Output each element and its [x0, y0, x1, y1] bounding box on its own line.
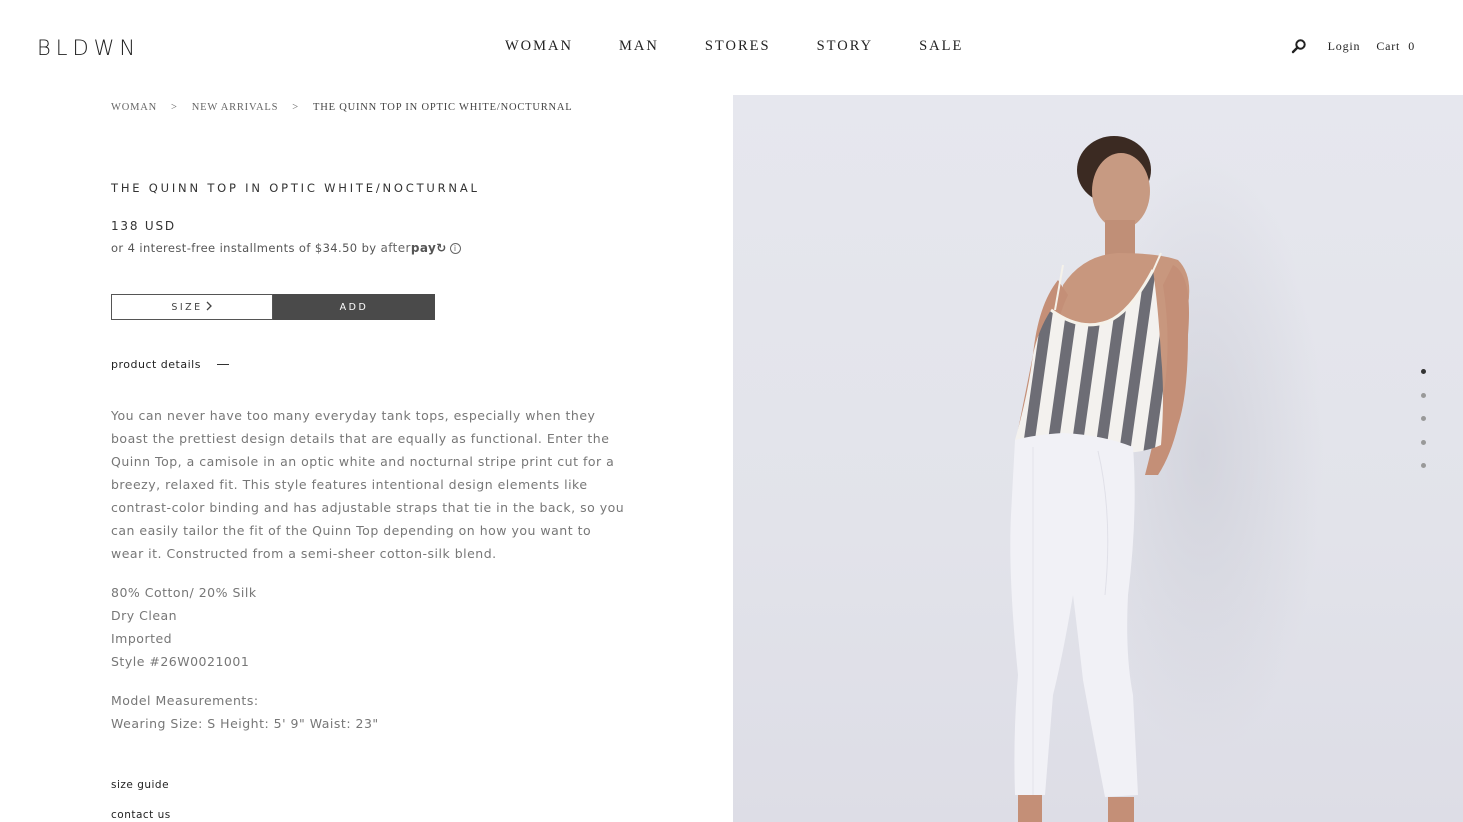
search-icon[interactable] [1291, 38, 1307, 54]
nav-story[interactable]: STORY [817, 38, 873, 55]
gallery-dot-3[interactable] [1421, 416, 1426, 421]
nav-stores[interactable]: STORES [705, 38, 771, 55]
spec-fabric: 80% Cotton/ 20% Silk [111, 585, 257, 600]
product-specs: 80% Cotton/ 20% Silk Dry Clean Imported … [111, 581, 257, 673]
minus-icon [216, 363, 229, 366]
product-description: You can never have too many everyday tan… [111, 408, 625, 561]
cart-label: Cart [1376, 38, 1401, 53]
model-photo [1010, 136, 1323, 822]
size-label: SIZE [171, 301, 203, 313]
breadcrumb-woman[interactable]: WOMAN [111, 102, 157, 113]
model-measurements-values: Wearing Size: S Height: 5' 9" Waist: 23" [111, 716, 379, 731]
login-link[interactable]: Login [1328, 39, 1361, 54]
gallery-dot-2[interactable] [1421, 392, 1426, 398]
size-guide-link[interactable]: size guide [111, 779, 169, 791]
model-measurements: Model Measurements: Wearing Size: S Heig… [111, 689, 379, 735]
main-nav: WOMAN MAN STORES STORY SALE [505, 38, 1009, 55]
breadcrumb: WOMAN > NEW ARRIVALS > THE QUINN TOP IN … [111, 102, 573, 113]
product-details-toggle[interactable]: product details [111, 358, 229, 371]
product-image[interactable] [733, 95, 1463, 822]
installments-text: or 4 interest-free installments of $34.5… [111, 241, 377, 255]
size-selector-button[interactable]: SIZE [111, 294, 273, 320]
gallery-dot-1[interactable] [1421, 369, 1426, 374]
breadcrumb-separator: > [292, 102, 299, 113]
header-utilities: Login Cart 0 [1291, 38, 1415, 54]
contact-us-link[interactable]: contact us [111, 809, 171, 821]
product-details-label: product details [111, 358, 201, 371]
breadcrumb-current: THE QUINN TOP IN OPTIC WHITE/NOCTURNAL [312, 102, 573, 113]
product-title: THE QUINN TOP IN OPTIC WHITE/NOCTURNAL [111, 181, 480, 195]
nav-woman[interactable]: WOMAN [505, 38, 573, 55]
nav-sale[interactable]: SALE [919, 38, 963, 55]
gallery-dot-4[interactable] [1421, 439, 1426, 445]
cart-link[interactable]: Cart 0 [1376, 39, 1415, 54]
gallery-dot-5[interactable] [1421, 463, 1426, 468]
cart-count: 0 [1408, 38, 1415, 53]
product-price: 138 USD [111, 219, 176, 233]
brand-logo[interactable]: BLDWN [37, 36, 140, 60]
nav-man[interactable]: MAN [619, 38, 659, 55]
afterpay-mark-icon: ↻ [436, 241, 447, 255]
add-to-cart-button[interactable]: ADD [273, 294, 435, 320]
info-icon[interactable]: i [449, 242, 461, 254]
afterpay-logo[interactable]: afterpay↻ [380, 241, 446, 255]
spec-style: Style #26W0021001 [111, 654, 250, 669]
model-measurements-title: Model Measurements: [111, 693, 259, 708]
spec-care: Dry Clean [111, 608, 178, 623]
breadcrumb-separator: > [171, 102, 178, 113]
afterpay-installments: or 4 interest-free installments of $34.5… [111, 241, 461, 255]
chevron-right-icon [205, 301, 213, 314]
gallery-pagination [1421, 369, 1427, 487]
spec-origin: Imported [111, 631, 173, 646]
breadcrumb-new-arrivals[interactable]: NEW ARRIVALS [192, 102, 279, 113]
